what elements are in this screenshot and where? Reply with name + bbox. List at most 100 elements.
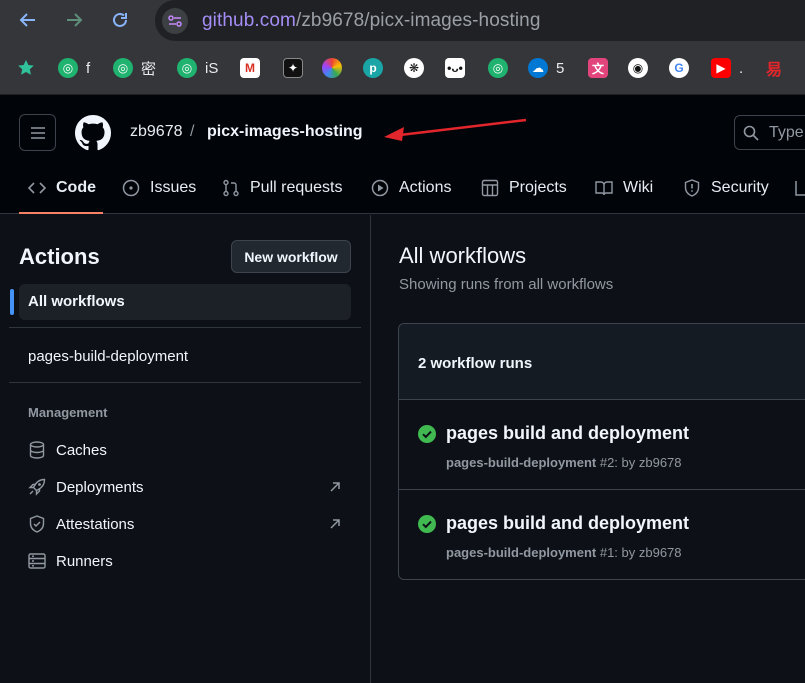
success-check-icon (418, 425, 436, 443)
bookmark-3[interactable]: ◎ iS (177, 58, 218, 78)
workflow-run-row[interactable]: pages build and deployment pages-build-d… (399, 400, 805, 490)
tab-wiki[interactable]: Wiki (595, 175, 653, 201)
breadcrumb-separator: / (190, 123, 195, 140)
url-path: /zb9678/picx-images-hosting (295, 9, 541, 31)
success-check-icon (418, 515, 436, 533)
youtube-icon: ▶ (711, 58, 731, 78)
openai-icon: ❋ (404, 58, 424, 78)
database-icon (28, 441, 46, 459)
runs-count: 2 workflow runs (418, 355, 533, 372)
annotation-arrow-icon (384, 118, 527, 141)
bookmark-google[interactable]: G (669, 58, 689, 78)
divider (9, 327, 361, 328)
bookmark-github[interactable]: ◉ (628, 58, 648, 78)
bookmark-app[interactable]: ✦ (283, 58, 303, 78)
sidebar-item-runners[interactable]: Runners (28, 550, 343, 572)
page-title: All workflows (399, 243, 527, 268)
search-input[interactable]: Type (734, 115, 805, 150)
p-icon: p (363, 58, 383, 78)
gmail-icon: M (240, 58, 260, 78)
tab-projects[interactable]: Projects (481, 175, 567, 201)
tab-actions[interactable]: Actions (371, 175, 451, 201)
site-settings-icon[interactable] (162, 7, 188, 34)
run-title-link[interactable]: pages build and deployment (446, 513, 689, 534)
workflow-run-row[interactable]: pages build and deployment pages-build-d… (399, 490, 805, 580)
bookmark-globe[interactable]: ◎ (488, 58, 508, 78)
globe-icon: ◎ (113, 58, 133, 78)
search-icon (743, 125, 759, 141)
projects-icon (481, 179, 499, 197)
page-subtitle: Showing runs from all workflows (399, 276, 614, 293)
issues-icon (122, 179, 140, 197)
google-icon: G (669, 58, 689, 78)
app-icon: ✦ (283, 58, 303, 78)
reload-icon[interactable] (110, 10, 130, 30)
sidebar-item-all-workflows[interactable]: All workflows (10, 284, 351, 320)
shield-icon (683, 179, 701, 197)
divider (9, 382, 361, 383)
bookmark-openai[interactable]: ❋ (404, 58, 424, 78)
bookmark-2[interactable]: ◎ 密 (113, 58, 156, 78)
tab-code[interactable]: Code (28, 175, 96, 201)
bookmarks-bar: ◎ f ◎ 密 ◎ iS M ✦ p ❋ •ᴗ• ◎ ☁ 5 文 ◉ G ▶. 易 (0, 41, 805, 95)
url-text: github.com/zb9678/picx-images-hosting (202, 10, 541, 32)
sidebar-item-deployments[interactable]: Deployments (28, 476, 343, 498)
globe-icon: ◎ (58, 58, 78, 78)
tab-security[interactable]: Security (683, 175, 769, 201)
play-icon (371, 179, 389, 197)
globe-icon: ◎ (177, 58, 197, 78)
verified-shield-icon (28, 515, 46, 533)
app-icon: 文 (588, 58, 608, 78)
bookmark-gmail[interactable]: M (240, 58, 260, 78)
external-link-icon (330, 519, 340, 529)
forward-arrow-icon[interactable] (64, 10, 84, 30)
browser-toolbar: github.com/zb9678/picx-images-hosting (0, 0, 805, 41)
repo-name-link[interactable]: picx-images-hosting (207, 123, 363, 141)
code-icon (28, 179, 46, 197)
back-arrow-icon[interactable] (18, 10, 38, 30)
new-workflow-button[interactable]: New workflow (231, 240, 351, 273)
active-tab-indicator (19, 212, 103, 214)
workflow-runs-list: 2 workflow runs pages build and deployme… (398, 323, 805, 580)
tab-pull-requests[interactable]: Pull requests (222, 175, 343, 201)
github-icon: ◉ (628, 58, 648, 78)
bookmark-app-4[interactable]: 易 (764, 58, 784, 79)
onedrive-icon: ☁ (528, 58, 548, 78)
repo-nav-tabs: Code Issues Pull requests Actions Projec… (0, 165, 805, 214)
management-heading: Management (28, 405, 108, 420)
bookmark-onedrive[interactable]: ☁ 5 (528, 58, 564, 78)
github-header: zb9678 / picx-images-hosting Type Code I… (0, 95, 805, 214)
bookmark-app-3[interactable]: 文 (588, 58, 608, 78)
bookmark-p[interactable]: p (363, 58, 383, 78)
bookmark-1[interactable]: ◎ f (58, 58, 90, 78)
photos-icon (322, 58, 342, 78)
external-link-icon (330, 482, 340, 492)
actions-sidebar: Actions New workflow All workflows pages… (0, 215, 371, 683)
repo-owner-link[interactable]: zb9678 (130, 123, 183, 141)
run-title-link[interactable]: pages build and deployment (446, 423, 689, 444)
address-bar[interactable]: github.com/zb9678/picx-images-hosting (155, 0, 805, 41)
insights-icon[interactable] (794, 175, 805, 201)
rocket-icon (28, 478, 46, 496)
sidebar-item-pages-build-deployment[interactable]: pages-build-deployment (28, 348, 188, 365)
bookmark-app-2[interactable]: •ᴗ• (445, 58, 465, 78)
sidebar-item-caches[interactable]: Caches (28, 439, 343, 461)
star-icon[interactable] (17, 58, 35, 78)
hamburger-icon (30, 126, 45, 139)
bookmark-youtube[interactable]: ▶. (711, 58, 743, 78)
pull-request-icon (222, 179, 240, 197)
run-meta: pages-build-deployment #1: by zb9678 (446, 545, 682, 560)
bookmark-photos[interactable] (322, 58, 342, 78)
sidebar-item-attestations[interactable]: Attestations (28, 513, 343, 535)
app-icon: 易 (765, 62, 782, 79)
selected-indicator (10, 289, 14, 315)
menu-button[interactable] (19, 114, 56, 151)
github-logo-icon[interactable] (75, 115, 111, 151)
search-placeholder: Type (769, 123, 804, 141)
sidebar-title: Actions (19, 244, 100, 269)
tab-issues[interactable]: Issues (122, 175, 196, 201)
app-icon: •ᴗ• (445, 58, 465, 78)
run-meta: pages-build-deployment #2: by zb9678 (446, 455, 682, 470)
book-icon (595, 179, 613, 197)
sidebar-item-label: All workflows (28, 293, 125, 310)
